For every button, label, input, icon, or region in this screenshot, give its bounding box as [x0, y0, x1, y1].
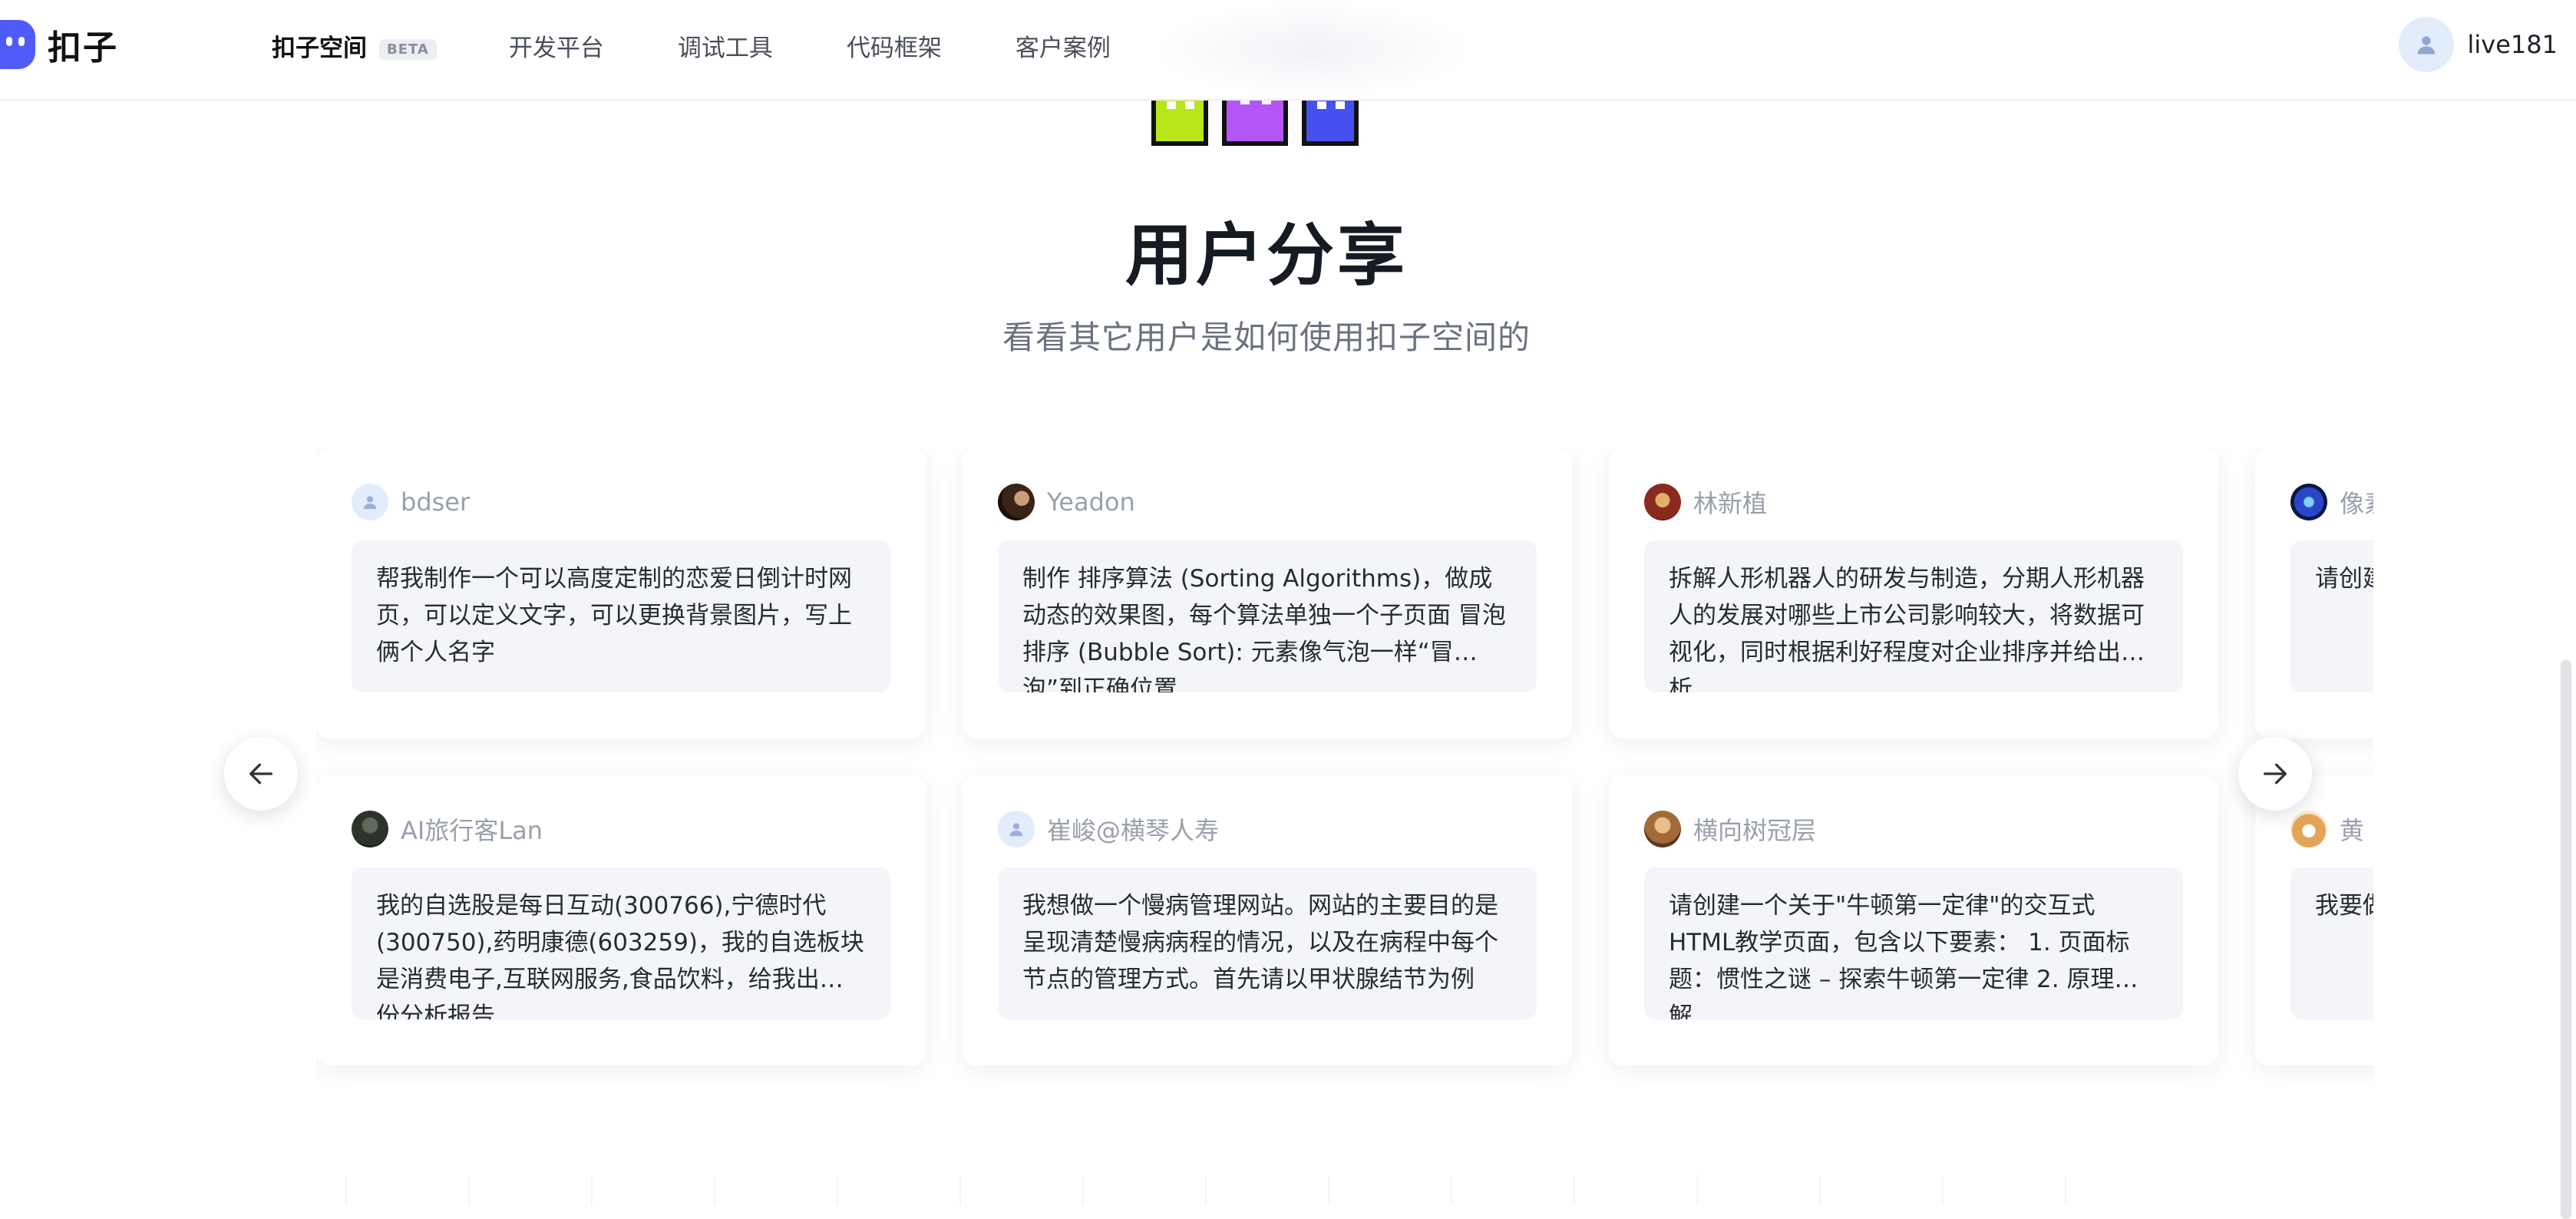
user-icon	[2417, 36, 2435, 55]
card-author: AI旅行客Lan	[352, 809, 890, 849]
author-name: 林新植	[1693, 489, 1768, 518]
default-avatar-icon	[998, 811, 1035, 847]
card-author: 像素	[2290, 482, 2373, 522]
prompt-text: 拆解人形机器人的研发与制造，分期人形机器人的发展对哪些上市公司影响较大，将数据可…	[1644, 540, 2183, 692]
share-card[interactable]: 横向树冠层 请创建一个关于"牛顿第一定律"的交互式HTML教学页面，包含以下要素…	[1609, 775, 2218, 1065]
logo-text: 扣子	[48, 28, 118, 68]
avatar	[352, 811, 388, 847]
share-card[interactable]: 黄 我要做一个视频，我后采用	[2255, 775, 2373, 1065]
author-name: AI旅行客Lan	[401, 816, 543, 845]
author-name: 横向树冠层	[1693, 816, 1817, 845]
avatar	[998, 484, 1035, 520]
nav-item-customer-cases[interactable]: 客户案例	[1016, 28, 1111, 63]
nav-item-debug-tools[interactable]: 调试工具	[678, 28, 773, 63]
share-card[interactable]: Yeadon 制作 排序算法 (Sorting Algorithms)，做成动态…	[963, 448, 1572, 738]
default-avatar-icon	[352, 484, 388, 520]
arrow-left-icon	[249, 763, 272, 785]
author-name: 像素	[2340, 489, 2373, 518]
main-nav: 扣子空间 BETA 开发平台 调试工具 代码框架 客户案例	[272, 0, 1184, 91]
card-author: 林新植	[1644, 482, 2183, 522]
page-scrollbar[interactable]	[2561, 660, 2571, 1219]
arrow-right-icon	[2264, 763, 2287, 785]
top-nav-bar: 扣子 扣子空间 BETA 开发平台 调试工具 代码框架 客户案例 live181	[0, 0, 2576, 101]
avatar	[2290, 811, 2327, 847]
share-card[interactable]: AI旅行客Lan 我的自选股是每日互动(300766),宁德时代(300750)…	[316, 775, 926, 1065]
share-card[interactable]: 崔峻@横琴人寿 我想做一个慢病管理网站。网站的主要目的是呈现清楚慢病病程的情况，…	[963, 775, 1572, 1065]
header-glow	[1151, 0, 1474, 99]
coze-logo-icon	[0, 20, 35, 69]
card-author: 黄	[2290, 809, 2373, 849]
avatar	[1644, 484, 1681, 520]
author-name: Yeadon	[1047, 487, 1135, 517]
author-name: bdser	[401, 487, 471, 517]
user-avatar[interactable]	[2398, 17, 2454, 72]
prompt-text: 请创建一个关于"牛顿第一定律"的交互式HTML教学页面，包含以下要素： 1. 页…	[1644, 867, 2183, 1019]
author-name: 黄	[2340, 816, 2365, 845]
prompt-text: 我要做一个视频，我后采用	[2290, 867, 2373, 1019]
author-name: 崔峻@横琴人寿	[1047, 816, 1220, 845]
section-subtitle: 看看其它用户是如何使用扣子空间的	[1002, 319, 1531, 356]
card-author: 横向树冠层	[1644, 809, 2183, 849]
share-card[interactable]: bdser 帮我制作一个可以高度定制的恋爱日倒计时网页，可以定义文字，可以更换背…	[316, 448, 926, 738]
prompt-text: 请创建一个具体要求池污染	[2290, 540, 2373, 692]
share-card[interactable]: 像素 请创建一个具体要求池污染	[2255, 448, 2373, 738]
user-share-carousel: bdser 帮我制作一个可以高度定制的恋爱日倒计时网页，可以定义文字，可以更换背…	[316, 448, 2373, 1101]
beta-badge: BETA	[379, 38, 437, 60]
prompt-text: 我想做一个慢病管理网站。网站的主要目的是呈现清楚慢病病程的情况，以及在病程中每个…	[998, 867, 1537, 1019]
carousel-prev-button[interactable]	[224, 737, 298, 811]
prompt-text: 帮我制作一个可以高度定制的恋爱日倒计时网页，可以定义文字，可以更换背景图片，写上…	[352, 540, 890, 692]
user-name: live181	[2467, 30, 2558, 59]
share-card[interactable]: 林新植 拆解人形机器人的研发与制造，分期人形机器人的发展对哪些上市公司影响较大，…	[1609, 448, 2218, 738]
avatar	[1644, 811, 1681, 847]
background-decoration	[345, 1174, 2157, 1205]
avatar	[2290, 484, 2327, 520]
nav-item-space[interactable]: 扣子空间 BETA	[272, 28, 509, 63]
card-author: 崔峻@横琴人寿	[998, 809, 1537, 849]
carousel-next-button[interactable]	[2238, 737, 2312, 811]
card-author: Yeadon	[998, 482, 1537, 522]
nav-item-dev-platform[interactable]: 开发平台	[509, 28, 604, 63]
nav-item-code-framework[interactable]: 代码框架	[847, 28, 942, 63]
card-author: bdser	[352, 482, 890, 522]
prompt-text: 我的自选股是每日互动(300766),宁德时代(300750),药明康德(603…	[352, 867, 890, 1019]
user-menu[interactable]: live181	[2398, 17, 2558, 72]
prompt-text: 制作 排序算法 (Sorting Algorithms)，做成动态的效果图，每个…	[998, 540, 1537, 692]
nav-item-label: 扣子空间	[272, 34, 367, 62]
section-title: 用户分享	[1125, 216, 1408, 295]
logo[interactable]: 扣子	[0, 20, 118, 69]
